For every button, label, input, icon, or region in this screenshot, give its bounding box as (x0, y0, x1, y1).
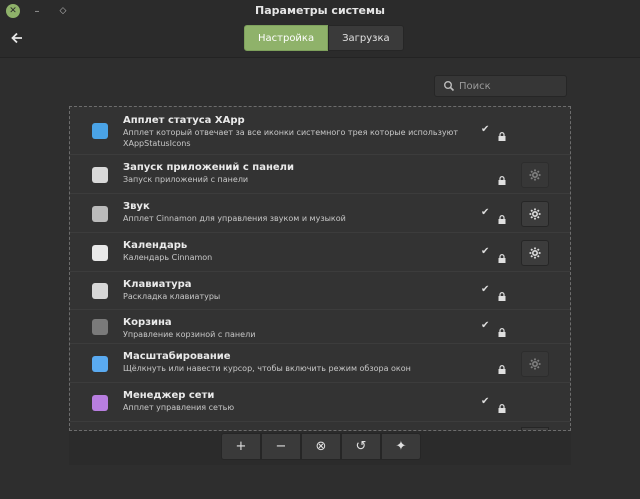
applet-row[interactable]: Календарь Календарь Cinnamon ✔ (70, 233, 570, 272)
more-applets-button[interactable]: ✦ (381, 433, 421, 460)
applet-description: Раскладка клавиатуры (123, 292, 221, 301)
applet-name: Запуск приложений с панели (123, 162, 294, 173)
applet-row[interactable]: Менеджер сети Апплет управления сетью ✔ (70, 383, 570, 422)
configure-button[interactable] (521, 351, 549, 377)
titlebar: ✕ – ◇ Параметры системы (0, 0, 640, 22)
applet-description: Апплет управления сетью (123, 403, 235, 412)
enabled-check-icon: ✔ (481, 124, 490, 135)
applet-description: Щёлкнуть или навести курсор, чтобы включ… (123, 364, 411, 373)
search-box[interactable] (434, 75, 567, 97)
configure-button[interactable] (521, 201, 549, 227)
applet-toolbar: + − ⊗ ↺ ✦ (69, 431, 571, 465)
restore-applets-button[interactable]: ↺ (341, 433, 381, 460)
launcher-icon (92, 167, 108, 183)
applet-name: Масштабирование (123, 351, 231, 362)
tab-download[interactable]: Загрузка (328, 25, 404, 51)
applet-description-line2: XAppStatusIcons (123, 139, 191, 148)
search-input[interactable] (459, 78, 563, 94)
applet-row[interactable]: Корзина Управление корзиной с панели ✔ (70, 310, 570, 344)
applet-row[interactable]: Звук Апплет Cinnamon для управления звуко… (70, 194, 570, 233)
back-arrow-icon (11, 32, 22, 44)
lock-icon[interactable] (498, 359, 506, 374)
lock-icon[interactable] (498, 322, 506, 337)
applet-description: Календарь Cinnamon (123, 253, 213, 262)
xapp-status-icon (92, 123, 108, 139)
network-icon (92, 395, 108, 411)
gear-icon (529, 169, 541, 181)
lock-icon[interactable] (498, 286, 506, 301)
gear-icon (529, 247, 541, 259)
applet-list: Апплет статуса XApp Апплет который отвеча… (69, 106, 571, 431)
applet-name: Клавиатура (123, 279, 192, 290)
lock-icon[interactable] (498, 170, 506, 185)
configure-button[interactable] (521, 240, 549, 266)
applet-description: Управление корзиной с панели (123, 330, 256, 339)
applet-row[interactable]: Клавиатура Раскладка клавиатуры ✔ (70, 272, 570, 310)
configure-button[interactable] (521, 162, 549, 188)
tab-settings[interactable]: Настройка (244, 25, 329, 51)
keyboard-icon (92, 283, 108, 299)
applet-name: Менеджер сети (123, 390, 215, 401)
gear-icon (529, 208, 541, 220)
applet-description: Апплет Cinnamon для управления звуком и … (123, 214, 346, 223)
applet-description: Запуск приложений с панели (123, 175, 249, 184)
applet-description: Апплет который отвечает за все иконки си… (123, 128, 459, 137)
back-button[interactable] (10, 28, 28, 46)
lock-icon[interactable] (498, 126, 506, 141)
lock-icon[interactable] (498, 209, 506, 224)
applet-name: Апплет статуса XApp (123, 115, 245, 126)
lock-icon[interactable] (498, 248, 506, 263)
sound-icon (92, 206, 108, 222)
add-applet-button[interactable]: + (221, 433, 261, 460)
remove-applet-button[interactable]: − (261, 433, 301, 460)
enabled-check-icon: ✔ (481, 396, 490, 407)
lock-icon[interactable] (498, 398, 506, 413)
applet-row[interactable]: Масштабирование Щёлкнуть или навести курс… (70, 344, 570, 383)
applet-name: Календарь (123, 240, 188, 251)
header-bar: Настройка Загрузка (0, 22, 640, 58)
calendar-icon (92, 245, 108, 261)
enabled-check-icon: ✔ (481, 207, 490, 218)
search-icon (444, 81, 455, 92)
gear-icon (529, 358, 541, 370)
enabled-check-icon: ✔ (481, 246, 490, 257)
applet-name: Корзина (123, 317, 172, 328)
enabled-check-icon: ✔ (481, 284, 490, 295)
scale-icon (92, 356, 108, 372)
applet-row[interactable]: Запуск приложений с панели Запуск приложе… (70, 155, 570, 194)
applet-row[interactable]: Апплет статуса XApp Апплет который отвеча… (70, 107, 570, 155)
tab-bar: Настройка Загрузка (244, 25, 404, 51)
enabled-check-icon: ✔ (481, 320, 490, 331)
trash-icon (92, 319, 108, 335)
applet-name: Звук (123, 201, 150, 212)
window-title: Параметры системы (255, 4, 385, 17)
clear-applets-button[interactable]: ⊗ (301, 433, 341, 460)
